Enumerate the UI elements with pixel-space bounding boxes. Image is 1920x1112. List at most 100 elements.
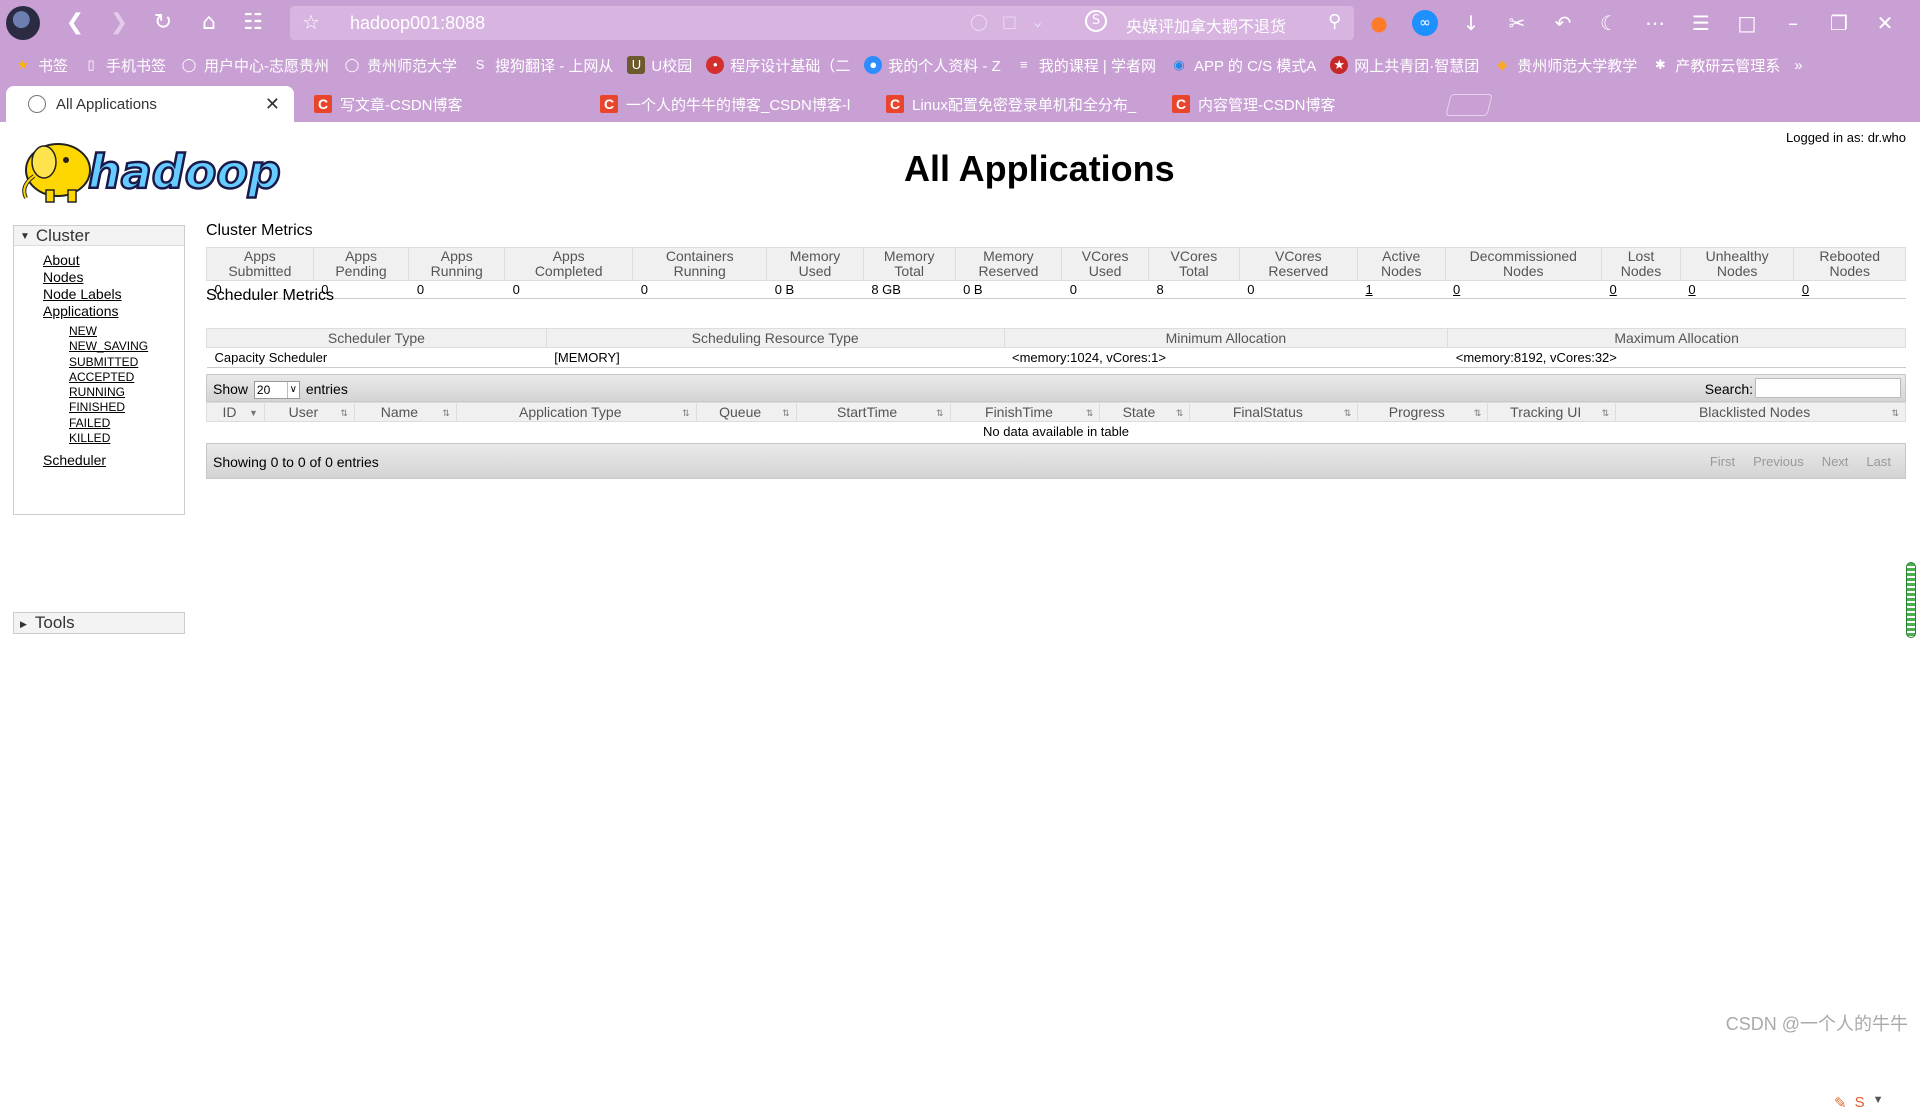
sidebar-tools[interactable]: ▶ Tools <box>13 612 185 634</box>
sidebar-link-about[interactable]: About <box>43 252 184 269</box>
youth-league-icon: ★ <box>1330 56 1349 74</box>
sort-desc-icon: ▼ <box>249 408 258 418</box>
bookmark-item[interactable]: S 搜狗翻译 - 上网从 <box>471 55 614 76</box>
back-icon[interactable]: ❮ <box>62 10 88 36</box>
sidebar-link-scheduler[interactable]: Scheduler <box>43 452 184 469</box>
metric-link[interactable]: 0 <box>1802 282 1809 297</box>
sidebar-state-new-saving[interactable]: NEW_SAVING <box>69 339 184 354</box>
minimize-icon[interactable]: – <box>1780 10 1806 36</box>
undo-icon[interactable]: ↶ <box>1550 10 1576 36</box>
pager-last[interactable]: Last <box>1866 454 1891 469</box>
close-tab-icon[interactable]: ✕ <box>265 94 280 115</box>
menu-icon[interactable]: ☰ <box>1688 10 1714 36</box>
bookmarks-more-icon[interactable]: » <box>1794 57 1802 74</box>
sortable-column-header[interactable]: Progress ⇅ <box>1357 402 1489 422</box>
sortable-column-header[interactable]: Application Type ⇅ <box>455 402 697 422</box>
sortable-column-header[interactable]: State ⇅ <box>1099 402 1191 422</box>
tab-all-applications[interactable]: All Applications ✕ <box>6 86 294 122</box>
bookmark-item[interactable]: ◯ 贵州师范大学 <box>343 55 457 76</box>
sidebar-state-running[interactable]: RUNNING <box>69 385 184 400</box>
sidebar-state-submitted[interactable]: SUBMITTED <box>69 355 184 370</box>
infinity-icon[interactable]: ∞ <box>1412 10 1438 36</box>
course-icon: • <box>706 56 725 74</box>
page-length-select[interactable]: 20 ∨ <box>253 381 300 400</box>
scissors-icon[interactable]: ✂ <box>1504 10 1530 36</box>
sortable-column-header[interactable]: Name ⇅ <box>353 402 457 422</box>
sidebar-state-accepted[interactable]: ACCEPTED <box>69 370 184 385</box>
pager-next[interactable]: Next <box>1822 454 1849 469</box>
metric-link[interactable]: 0 <box>1610 282 1617 297</box>
sidebar-link-node-labels[interactable]: Node Labels <box>43 286 184 303</box>
sortable-column-header[interactable]: User ⇅ <box>263 402 355 422</box>
bookmark-item[interactable]: ✱ 产教研云管理系 <box>1651 55 1780 76</box>
bookmark-item[interactable]: ◯ 用户中心-志愿贵州 <box>180 55 329 76</box>
skin-icon[interactable]: □ <box>1734 10 1760 36</box>
search-input[interactable] <box>1755 378 1901 398</box>
column-header: Decommissioned Nodes <box>1444 247 1603 281</box>
cluster-header[interactable]: ▼ Cluster <box>14 226 184 246</box>
sidebar-link-nodes[interactable]: Nodes <box>43 269 184 286</box>
sortable-column-header[interactable]: FinishTime ⇅ <box>949 402 1101 422</box>
tab-linux-config[interactable]: C Linux配置免密登录单机和全分布_ <box>886 86 1154 122</box>
address-url[interactable]: hadoop001:8088 <box>350 13 485 34</box>
sortable-column-header[interactable]: StartTime ⇅ <box>795 402 951 422</box>
chevron-down-icon[interactable]: ▼ <box>1873 1094 1884 1112</box>
bookmark-item[interactable]: • 程序设计基础（二 <box>706 55 850 76</box>
metric-link[interactable]: 0 <box>1688 282 1695 297</box>
sidebar-link-applications[interactable]: Applications <box>43 303 184 320</box>
tab-blog[interactable]: C 一个人的牛牛的博客_CSDN博客-l <box>600 86 868 122</box>
reload-icon[interactable]: ↻ <box>150 10 176 36</box>
pager-first[interactable]: First <box>1710 454 1735 469</box>
sidebar-state-finished[interactable]: FINISHED <box>69 400 184 415</box>
bookmark-item[interactable]: ★ 书签 <box>14 55 68 76</box>
sortable-column-header[interactable]: ID ▼ <box>206 402 265 422</box>
cloud-icon: ✱ <box>1654 57 1666 72</box>
bookmark-item[interactable]: ◆ 贵州师范大学教学 <box>1493 55 1637 76</box>
close-window-icon[interactable]: ✕ <box>1872 10 1898 36</box>
new-tab-button[interactable] <box>1445 94 1493 116</box>
sogou-s-icon[interactable]: S <box>1855 1094 1865 1112</box>
column-header: Lost Nodes <box>1601 247 1681 281</box>
profile-avatar[interactable] <box>6 6 40 40</box>
night-mode-icon[interactable]: ☾ <box>1596 10 1622 36</box>
column-header: Minimum Allocation <box>1003 328 1449 348</box>
forward-icon[interactable]: ❯ <box>106 10 132 36</box>
sidebar-state-killed[interactable]: KILLED <box>69 431 184 446</box>
sort-icon: ⇅ <box>935 408 944 418</box>
csdn-icon: C <box>886 95 904 113</box>
bookmark-item[interactable]: ◉ APP 的 C/S 模式A <box>1170 55 1316 76</box>
news-search-text[interactable]: 央媒评加拿大鹅不退货 <box>1126 13 1286 37</box>
sortable-column-header[interactable]: Blacklisted Nodes ⇅ <box>1615 402 1906 422</box>
scroll-indicator[interactable] <box>1906 562 1916 638</box>
sortable-column-header[interactable]: Tracking UI ⇅ <box>1487 402 1617 422</box>
search-engine-icon[interactable]: S <box>1085 10 1107 32</box>
metric-link[interactable]: 1 <box>1365 282 1372 297</box>
browser-chrome: ❮ ❯ ↻ ⌂ ☷ ☆ hadoop001:8088 ◯□⌄ S 央媒评加拿大鹅… <box>0 0 1920 122</box>
tab-write-article[interactable]: C 写文章-CSDN博客 <box>314 86 582 122</box>
bookmark-item[interactable]: ★ 网上共青团·智慧团 <box>1330 55 1479 76</box>
bookmark-item[interactable]: ▯ 手机书签 <box>82 55 166 76</box>
address-bar[interactable]: ☆ hadoop001:8088 ◯□⌄ S 央媒评加拿大鹅不退货 ⚲ <box>290 6 1354 40</box>
bookmark-item[interactable]: U U校园 <box>627 55 692 76</box>
home-icon[interactable]: ⌂ <box>196 10 222 36</box>
bookmark-star-icon[interactable]: ☆ <box>302 10 320 34</box>
download-icon[interactable]: ↓ <box>1458 10 1484 36</box>
triangle-right-icon: ▶ <box>20 618 27 629</box>
sortable-column-header[interactable]: Queue ⇅ <box>695 402 797 422</box>
metric-link[interactable]: 0 <box>1453 282 1460 297</box>
bookmark-item[interactable]: ● 我的个人资料 - Z <box>864 55 1001 76</box>
feedback-icon[interactable]: ✎ <box>1834 1094 1847 1112</box>
sidebar-state-failed[interactable]: FAILED <box>69 416 184 431</box>
restore-icon[interactable]: ❐ <box>1826 10 1852 36</box>
tab-content-mgmt[interactable]: C 内容管理-CSDN博客 <box>1172 86 1440 122</box>
pager-previous[interactable]: Previous <box>1753 454 1804 469</box>
reader-icon[interactable]: ☷ <box>240 10 266 36</box>
apps-table-controls: Show 20 ∨ entries Search: <box>206 374 1906 402</box>
sidebar-state-new[interactable]: NEW <box>69 324 184 339</box>
sortable-column-header[interactable]: FinalStatus ⇅ <box>1189 402 1359 422</box>
bookmark-item[interactable]: ≡ 我的课程 | 学者网 <box>1015 55 1156 76</box>
address-action-icons[interactable]: ◯□⌄ <box>970 12 1058 31</box>
more-icon[interactable]: ⋯ <box>1642 10 1668 36</box>
search-icon[interactable]: ⚲ <box>1328 11 1341 32</box>
game-icon[interactable]: ● <box>1366 10 1392 36</box>
